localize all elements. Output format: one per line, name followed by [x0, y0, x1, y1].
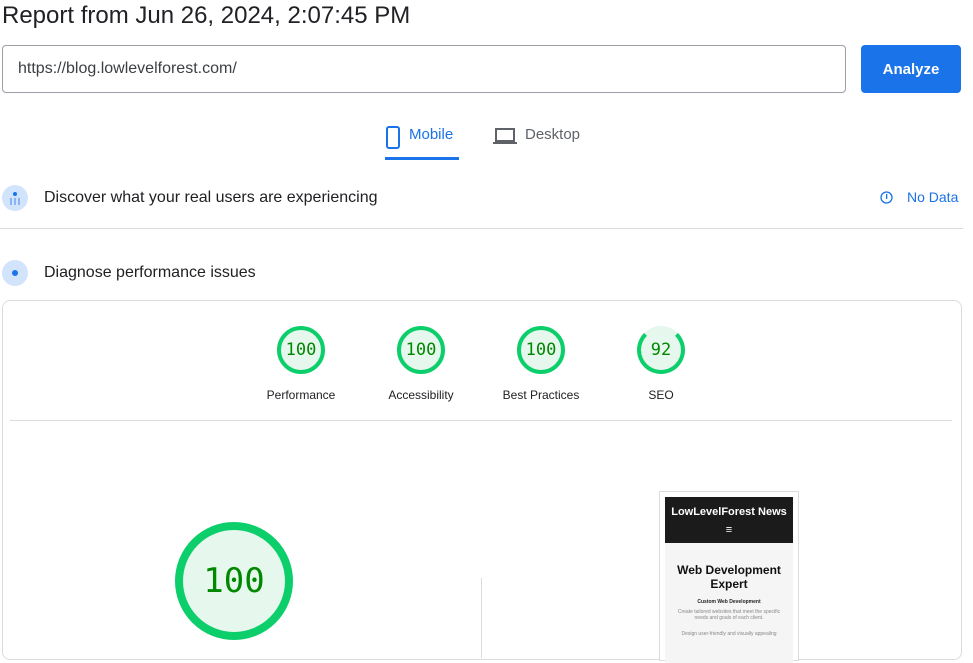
no-data-label: No Data [907, 189, 959, 205]
laptop-icon [493, 128, 517, 144]
tab-label: Mobile [409, 126, 454, 143]
field-data-heading: Discover what your real users are experi… [44, 189, 378, 206]
gauge: 100 [397, 326, 445, 374]
lab-heading: Diagnose performance issues [44, 264, 256, 281]
site-title: LowLevelForest News [671, 506, 787, 518]
users-chart-icon [2, 185, 28, 211]
performance-gauge-large: 100 [175, 522, 293, 640]
divider [481, 578, 482, 658]
lab-section: Diagnose performance issues [2, 260, 256, 286]
tab-mobile[interactable]: Mobile [385, 122, 459, 160]
gauge-label: SEO [648, 388, 674, 402]
tab-label: Desktop [525, 126, 581, 143]
page-screenshot: LowLevelForest News ≡ Web Development Exp… [659, 491, 799, 663]
gauge: 92 [637, 326, 685, 374]
gauge-label: Performance [266, 388, 336, 402]
gauge: 100 [517, 326, 565, 374]
gauge-label: Accessibility [388, 388, 454, 402]
divider [10, 420, 952, 421]
score-best-practices[interactable]: 100 Best Practices [481, 326, 601, 402]
body-text: Create tailored websites that meet the s… [677, 609, 781, 621]
url-input[interactable] [2, 45, 846, 93]
smartphone-icon [386, 126, 400, 149]
body-text: Design user-friendly and visually appeal… [681, 631, 777, 637]
gauge: 100 [277, 326, 325, 374]
gauge-label: Best Practices [502, 388, 580, 402]
menu-icon: ≡ [725, 524, 733, 536]
report-title: Report from Jun 26, 2024, 2:07:45 PM [2, 2, 411, 29]
no-data-link[interactable]: No Data [880, 189, 958, 205]
score-seo[interactable]: 92 SEO [601, 326, 721, 402]
tab-desktop[interactable]: Desktop [493, 122, 580, 160]
subhead: Custom Web Development [697, 599, 761, 605]
analyze-button[interactable]: Analyze [861, 45, 961, 93]
field-data-section: Discover what your real users are experi… [2, 185, 377, 211]
score-performance[interactable]: 100 Performance [241, 326, 361, 402]
headline: Web Development Expert [677, 563, 781, 591]
divider [0, 228, 963, 229]
score-accessibility[interactable]: 100 Accessibility [361, 326, 481, 402]
info-icon [880, 190, 893, 204]
radar-icon [2, 260, 28, 286]
